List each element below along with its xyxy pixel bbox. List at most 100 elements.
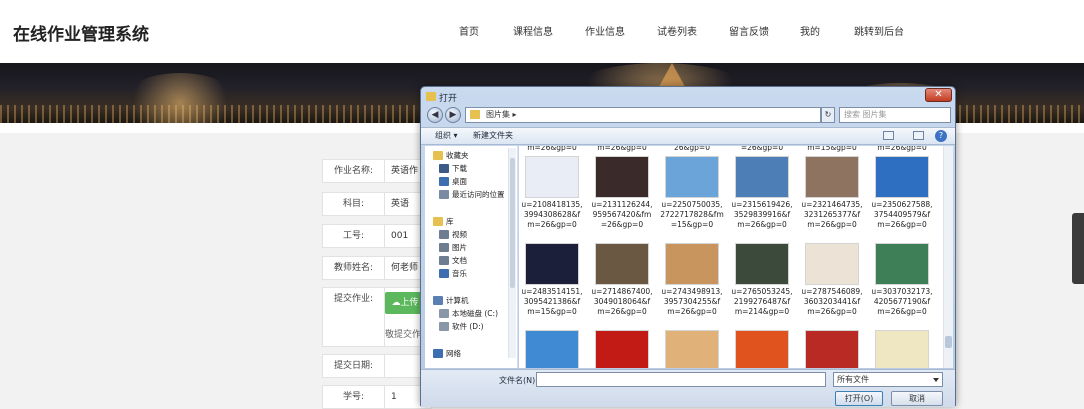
- file-item[interactable]: u=2108418135, 3994308628&f m=26&gp=0: [519, 156, 585, 242]
- file-thumbnail[interactable]: [595, 243, 649, 285]
- file-thumbnail[interactable]: [595, 330, 649, 368]
- file-item[interactable]: [729, 330, 795, 368]
- file-thumbnail[interactable]: [875, 156, 929, 198]
- file-name: u=2350627588, 3754409579&f m=26&gp=0: [871, 200, 933, 229]
- nav-pictures[interactable]: 图片: [439, 242, 467, 253]
- close-button[interactable]: ✕: [925, 88, 952, 102]
- filename-label: 文件名(N):: [499, 376, 538, 385]
- file-thumbnail[interactable]: [665, 156, 719, 198]
- file-scrollbar[interactable]: [943, 146, 953, 368]
- file-item[interactable]: [519, 330, 585, 368]
- file-thumbnail[interactable]: [805, 330, 859, 368]
- nav-documents[interactable]: 文档: [439, 255, 467, 266]
- teacher-name-field[interactable]: 何老师: [391, 257, 418, 279]
- nav-favorites[interactable]: 收藏夹: [433, 150, 469, 161]
- file-item[interactable]: u=2131126244, 959567420&fm =26&gp=0: [589, 156, 655, 242]
- file-thumbnail[interactable]: [525, 243, 579, 285]
- organize-menu[interactable]: 组织 ▾: [435, 130, 458, 141]
- file-name: u=2131126244, 959567420&fm =26&gp=0: [591, 200, 653, 229]
- nav-desktop[interactable]: 桌面: [439, 176, 467, 187]
- file-thumbnail[interactable]: [875, 330, 929, 368]
- form-row-subject: 科目: 英语: [322, 192, 432, 216]
- file-thumbnail[interactable]: [735, 156, 789, 198]
- nav-videos[interactable]: 视频: [439, 229, 467, 240]
- homework-name-field[interactable]: 英语作: [391, 160, 418, 182]
- file-name: u=2321464735, 3231265377&f m=26&gp=0: [801, 200, 863, 229]
- open-button[interactable]: 打开(O): [835, 391, 883, 406]
- nav-network[interactable]: 网络: [433, 348, 461, 359]
- search-input[interactable]: 搜索 图片集: [839, 107, 951, 123]
- nav-recent[interactable]: 最近访问的位置: [439, 189, 505, 200]
- file-name: u=2250750035, 2722717828&fm =15&gp=0: [660, 200, 724, 229]
- nav-exam-list[interactable]: 试卷列表: [657, 23, 697, 38]
- dialog-title: 打开: [439, 94, 458, 104]
- nav-downloads[interactable]: 下载: [439, 163, 467, 174]
- cancel-button[interactable]: 取消: [891, 391, 943, 406]
- file-thumbnail[interactable]: [525, 156, 579, 198]
- file-item[interactable]: u=2350627588, 3754409579&f m=26&gp=0: [869, 156, 935, 242]
- dialog-toolbar: 组织 ▾ 新建文件夹 ?: [421, 127, 955, 145]
- file-item[interactable]: u=2483514151, 3095421386&f m=15&gp=0: [519, 243, 585, 329]
- nav-computer[interactable]: 计算机: [433, 295, 469, 306]
- file-item[interactable]: [799, 330, 865, 368]
- nav-drive-d[interactable]: 软件 (D:): [439, 321, 484, 332]
- file-thumbnail[interactable]: [525, 330, 579, 368]
- file-item[interactable]: [659, 330, 725, 368]
- file-item[interactable]: u=3037032173, 4205677190&f m=26&gp=0: [869, 243, 935, 329]
- nav-mine[interactable]: 我的: [800, 23, 820, 38]
- file-name: u=2787546089, 3603203441&f m=26&gp=0: [801, 287, 863, 316]
- view-options-icon[interactable]: [883, 131, 894, 140]
- file-caption: =26&gp=0: [740, 146, 784, 152]
- file-item[interactable]: u=2714867400, 3049018064&f m=26&gp=0: [589, 243, 655, 329]
- file-thumbnail[interactable]: [595, 156, 649, 198]
- nav-homework-info[interactable]: 作业信息: [585, 23, 625, 38]
- video-library-icon: [439, 230, 449, 239]
- nav-home[interactable]: 首页: [459, 23, 479, 38]
- nav-libraries[interactable]: 库: [433, 216, 454, 227]
- file-thumbnail[interactable]: [805, 243, 859, 285]
- subject-field[interactable]: 英语: [391, 193, 409, 215]
- desktop-icon: [439, 177, 449, 186]
- address-bar[interactable]: 图片集 ▸: [465, 107, 821, 123]
- filetype-select[interactable]: 所有文件: [833, 372, 943, 387]
- nav-scrollbar[interactable]: [508, 148, 516, 358]
- help-icon[interactable]: ?: [935, 130, 947, 142]
- nav-drive-c[interactable]: 本地磁盘 (C:): [439, 308, 498, 319]
- nav-admin[interactable]: 跳转到后台: [854, 23, 904, 38]
- file-thumbnail[interactable]: [875, 243, 929, 285]
- file-item[interactable]: [869, 330, 935, 368]
- form-row-submit-date: 提交日期:: [322, 354, 432, 378]
- file-thumbnail[interactable]: [735, 243, 789, 285]
- documents-library-icon: [439, 256, 449, 265]
- file-thumbnail[interactable]: [805, 156, 859, 198]
- nav-course-info[interactable]: 课程信息: [513, 23, 553, 38]
- file-item[interactable]: [589, 330, 655, 368]
- file-item[interactable]: u=2321464735, 3231265377&f m=26&gp=0: [799, 156, 865, 242]
- side-float-tab[interactable]: [1072, 213, 1084, 284]
- file-caption: m=26&gp=0: [877, 146, 927, 152]
- new-folder-button[interactable]: 新建文件夹: [473, 130, 513, 141]
- file-item[interactable]: u=2250750035, 2722717828&fm =15&gp=0: [659, 156, 725, 242]
- staff-id-field[interactable]: 001: [391, 225, 408, 247]
- student-id-field[interactable]: 1: [391, 386, 397, 408]
- folder-icon: [426, 92, 436, 101]
- refresh-icon[interactable]: ↻: [821, 107, 835, 123]
- preview-pane-icon[interactable]: [913, 131, 924, 140]
- filename-input[interactable]: [536, 372, 826, 387]
- breadcrumb[interactable]: 图片集 ▸: [486, 110, 517, 119]
- file-thumbnail[interactable]: [665, 330, 719, 368]
- file-thumbnail[interactable]: [665, 243, 719, 285]
- back-arrow-icon[interactable]: ◀: [427, 107, 443, 123]
- file-item[interactable]: u=2315619426, 3529839916&f m=26&gp=0: [729, 156, 795, 242]
- file-name: u=2315619426, 3529839916&f m=26&gp=0: [731, 200, 793, 229]
- music-library-icon: [439, 269, 449, 278]
- star-icon: [433, 151, 443, 160]
- file-item[interactable]: u=2765053245, 2199276487&f m=214&gp=0: [729, 243, 795, 329]
- nav-feedback[interactable]: 留言反馈: [729, 23, 769, 38]
- file-thumbnail[interactable]: [735, 330, 789, 368]
- file-item[interactable]: u=2743498913, 3957304255&f m=26&gp=0: [659, 243, 725, 329]
- file-item[interactable]: u=2787546089, 3603203441&f m=26&gp=0: [799, 243, 865, 329]
- forward-arrow-icon[interactable]: ▶: [445, 107, 461, 123]
- upload-button[interactable]: ☁上传: [385, 292, 425, 314]
- nav-music[interactable]: 音乐: [439, 268, 467, 279]
